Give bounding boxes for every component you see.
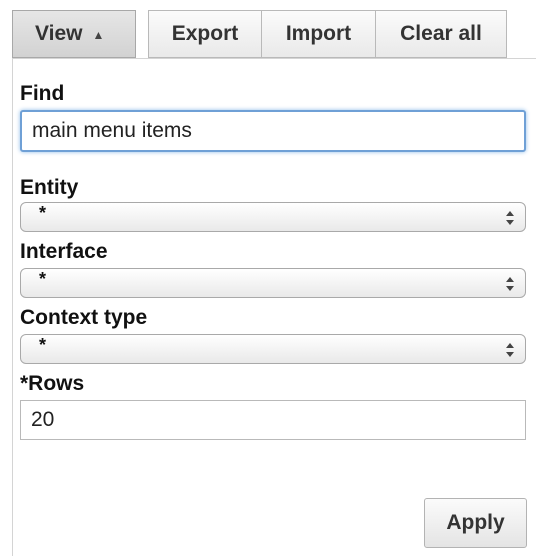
view-button[interactable]: View ▲ <box>12 10 136 58</box>
clear-all-button-label: Clear all <box>400 22 482 45</box>
import-button-label: Import <box>285 22 352 45</box>
find-input-value: main menu items <box>32 119 192 142</box>
rows-input-value: 20 <box>31 408 55 431</box>
clear-all-button[interactable]: Clear all <box>375 10 507 58</box>
apply-button-label: Apply <box>446 511 505 534</box>
find-label: Find <box>20 82 65 105</box>
context-type-select-value: * <box>39 335 47 355</box>
caret-up-icon: ▲ <box>92 28 105 42</box>
select-arrows-icon <box>506 277 514 291</box>
interface-select-value: * <box>39 269 47 289</box>
export-button-label: Export <box>171 22 239 45</box>
select-arrows-icon <box>506 343 514 357</box>
apply-button[interactable]: Apply <box>424 498 527 548</box>
export-button[interactable]: Export <box>148 10 261 58</box>
rows-label: *Rows <box>20 372 85 395</box>
select-arrows-icon <box>506 211 514 225</box>
find-input[interactable]: main menu items <box>20 110 526 152</box>
rows-input[interactable]: 20 <box>20 400 526 440</box>
interface-select[interactable]: * <box>20 268 526 298</box>
context-type-label: Context type <box>20 306 148 329</box>
view-button-label: View <box>35 22 83 45</box>
entity-select-value: * <box>39 203 47 223</box>
entity-select[interactable]: * <box>20 202 526 232</box>
filter-panel-page: View ▲ Export Import Clear all Find main… <box>0 0 536 556</box>
import-button[interactable]: Import <box>261 10 375 58</box>
context-type-select[interactable]: * <box>20 334 526 364</box>
interface-label: Interface <box>20 240 108 263</box>
entity-label: Entity <box>20 176 79 199</box>
